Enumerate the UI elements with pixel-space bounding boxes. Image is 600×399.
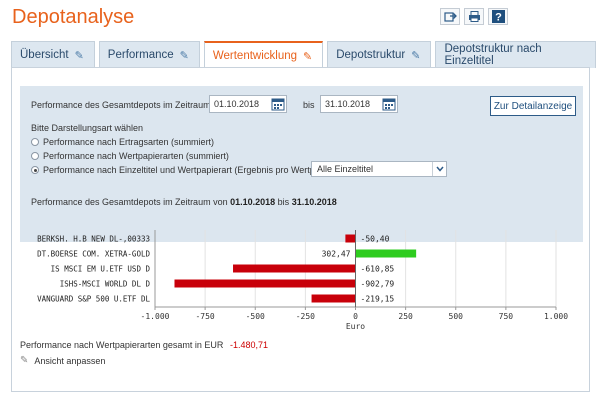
radio-button-selected[interactable] — [31, 166, 39, 174]
bar — [174, 279, 356, 288]
tab-label: Übersicht — [20, 49, 69, 61]
einzeltitel-select[interactable]: Alle Einzeltitel — [311, 161, 447, 177]
adjust-view-link[interactable]: ✎ Ansicht anpassen — [20, 355, 105, 366]
toolbar: ? — [440, 8, 508, 25]
x-tick-label: -1.000 — [141, 312, 170, 321]
option-wertpapierarten[interactable]: Performance nach Wertpapierarten (summie… — [31, 151, 229, 161]
summary-from: 01.10.2018 — [230, 197, 276, 207]
pencil-icon: ✎ — [303, 50, 313, 63]
x-tick-label: 1.000 — [544, 312, 568, 321]
x-tick-label: -250 — [296, 312, 315, 321]
content-panel: Performance des Gesamtdepots im Zeitraum… — [11, 67, 590, 392]
radio-button[interactable] — [31, 152, 39, 160]
period-summary: Performance des Gesamtdepots im Zeitraum… — [31, 197, 337, 207]
date-to-value: 31.10.2018 — [325, 99, 371, 109]
bar-value-label: -902,79 — [361, 280, 395, 289]
bar — [311, 294, 356, 303]
print-icon[interactable] — [464, 8, 484, 25]
help-icon[interactable]: ? — [488, 8, 508, 25]
svg-text:?: ? — [495, 12, 502, 24]
tab-uebersicht[interactable]: Übersicht ✎ — [11, 41, 95, 68]
summary-prefix: Performance des Gesamtdepots im Zeitraum… — [31, 197, 228, 207]
page-title: Depotanalyse — [12, 6, 135, 28]
chevron-down-icon — [432, 162, 446, 176]
category-label: IS MSCI EM U.ETF USD D — [51, 265, 151, 274]
radio-button[interactable] — [31, 138, 39, 146]
total-performance: Performance nach Wertpapierarten gesamt … — [20, 340, 268, 350]
category-label: BERKSH. H.B NEW DL-,00333 — [37, 235, 150, 244]
detail-button[interactable]: Zur Detailanzeige — [490, 96, 576, 116]
performance-chart: -1.000 -750 -500 -250 0 250 500 750 1.000 Euro BER… — [37, 230, 568, 331]
bar — [345, 234, 356, 243]
date-from-value: 01.10.2018 — [214, 99, 260, 109]
select-value: Alle Einzeltitel — [317, 164, 374, 174]
bar — [355, 249, 417, 258]
calendar-icon[interactable] — [382, 97, 396, 111]
total-value: -1.480,71 — [229, 340, 268, 350]
x-tick-label: -750 — [195, 312, 214, 321]
option-ertragsarten[interactable]: Performance nach Ertragsarten (summiert) — [31, 137, 214, 147]
summary-to: 31.10.2018 — [291, 197, 337, 207]
bar-value-label: -50,40 — [361, 235, 390, 244]
x-tick-label: 0 — [353, 312, 358, 321]
date-from-field[interactable]: 01.10.2018 — [209, 95, 287, 113]
tab-label: Depotstruktur — [336, 49, 406, 61]
x-tick-label: 250 — [398, 312, 413, 321]
tab-label: Depotstruktur nach Einzeltitel — [444, 43, 542, 67]
period-label: Performance des Gesamtdepots im Zeitraum… — [31, 100, 228, 110]
tab-depotstruktur-einzeltitel[interactable]: Depotstruktur nach Einzeltitel — [435, 41, 596, 68]
pencil-icon: ✎ — [20, 355, 29, 366]
total-label: Performance nach Wertpapierarten gesamt … — [20, 340, 224, 350]
category-label: ISHS-MSCI WORLD DL D — [60, 280, 151, 289]
tab-label: Performance — [107, 49, 174, 61]
bis-label: bis — [303, 100, 315, 110]
x-tick-label: -500 — [246, 312, 265, 321]
category-label: DT.BOERSE COM. XETRA-GOLD — [37, 250, 150, 259]
tab-bar: Übersicht ✎ Performance ✎ Wertentwicklung ✎… — [11, 41, 600, 69]
category-label: VANGUARD S&P 500 U.ETF DL — [37, 295, 150, 304]
summary-bis: bis — [277, 197, 290, 207]
option-label: Performance nach Wertpapierarten (summie… — [43, 151, 229, 161]
pencil-icon: ✎ — [411, 49, 421, 62]
bar — [233, 264, 356, 273]
calendar-icon[interactable] — [271, 97, 285, 111]
option-label: Performance nach Einzeltitel und Wertpap… — [43, 165, 338, 175]
date-to-field[interactable]: 31.10.2018 — [320, 95, 398, 113]
display-mode-label: Bitte Darstellungsart wählen — [31, 123, 144, 133]
adjust-label: Ansicht anpassen — [34, 355, 106, 366]
pencil-icon: ✎ — [179, 49, 189, 62]
x-axis-title: Euro — [346, 322, 365, 331]
pencil-icon: ✎ — [74, 49, 84, 62]
tab-depotstruktur[interactable]: Depotstruktur ✎ — [327, 41, 432, 68]
export-icon[interactable] — [440, 8, 460, 25]
tab-wertentwicklung[interactable]: Wertentwicklung ✎ — [203, 41, 324, 69]
bar-value-label: -219,15 — [361, 295, 395, 304]
tab-label: Wertentwicklung — [212, 50, 298, 62]
bar-value-label: -610,85 — [361, 265, 395, 274]
bar-value-label: 302,47 — [322, 250, 351, 259]
x-tick-label: 750 — [499, 312, 514, 321]
option-einzeltitel[interactable]: Performance nach Einzeltitel und Wertpap… — [31, 165, 338, 175]
option-label: Performance nach Ertragsarten (summiert) — [43, 137, 215, 147]
x-tick-label: 500 — [449, 312, 464, 321]
tab-performance[interactable]: Performance ✎ — [98, 41, 200, 68]
filter-box: Performance des Gesamtdepots im Zeitraum… — [20, 86, 583, 242]
